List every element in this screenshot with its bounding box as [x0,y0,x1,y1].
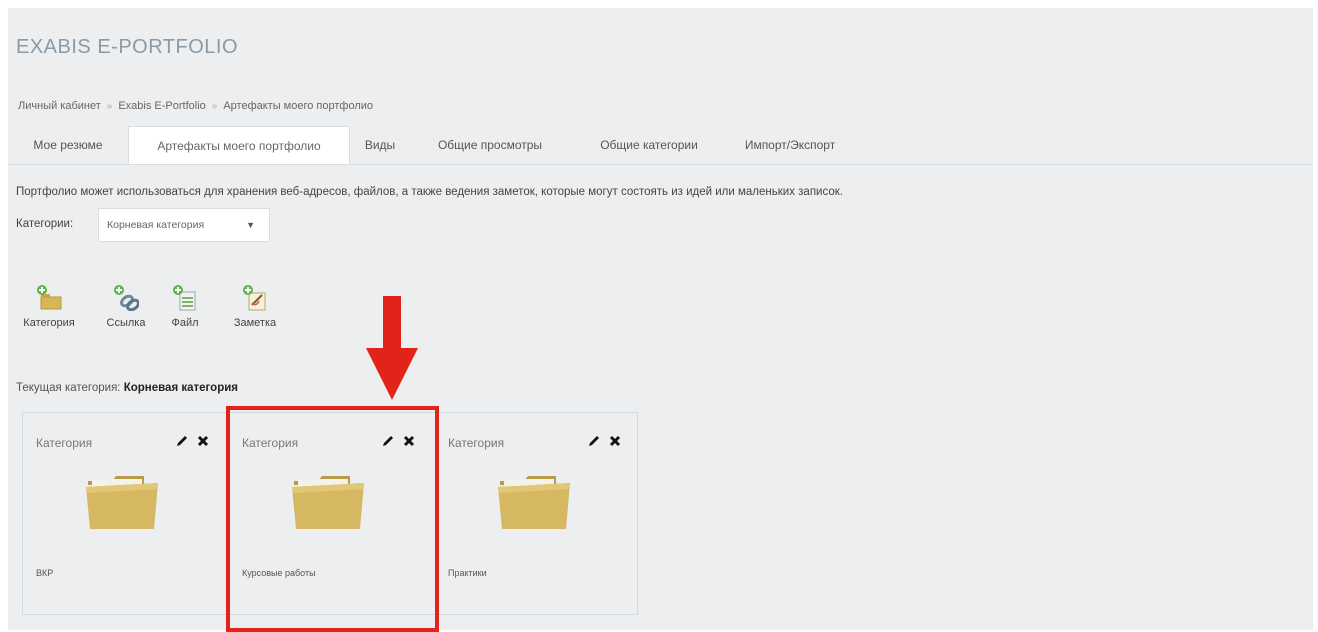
tab-import-export[interactable]: Импорт/Экспорт [730,126,850,164]
folder-icon [496,473,572,531]
tab-views[interactable]: Виды [354,126,406,164]
delete-icon[interactable] [608,434,622,448]
card-category-name: ВКР [36,568,54,578]
app-title: EXABIS E-PORTFOLIO [16,36,239,58]
add-file-label: Файл [171,317,199,329]
tab-resume[interactable]: Мое резюме [16,126,120,164]
breadcrumb-item-home[interactable]: Личный кабинет [18,100,101,112]
category-select[interactable]: Корневая категория ▼ [98,208,270,242]
add-link-icon [113,283,140,312]
add-note-button[interactable]: Заметка [222,283,288,329]
add-category-label: Категория [23,317,75,329]
tab-shared-views[interactable]: Общие просмотры [416,126,564,164]
breadcrumb-item-artefacts: Артефакты моего портфолио [223,100,374,112]
folder-icon [84,473,160,531]
current-category: Текущая категория: Корневая категория [16,382,238,394]
tab-artefacts[interactable]: Артефакты моего портфолио [128,126,350,164]
breadcrumb-item-portfolio[interactable]: Exabis E-Portfolio [118,100,205,112]
category-card[interactable]: Категория ВКР [24,418,220,606]
category-select-value: Корневая категория [107,219,205,231]
add-note-icon [242,283,268,311]
current-category-label: Текущая категория: [16,382,121,394]
add-file-button[interactable]: Файл [160,283,210,329]
add-note-label: Заметка [233,317,277,329]
edit-icon[interactable] [587,434,601,448]
card-type-label: Категория [36,436,93,450]
page-description: Портфолио может использоваться для хране… [16,186,843,198]
breadcrumb-separator: » [106,100,113,112]
tab-bar: Мое резюме Артефакты моего портфолио Вид… [8,126,1313,165]
breadcrumb: Личный кабинет » Exabis E-Portfolio » Ар… [18,100,373,112]
card-category-name: Практики [448,568,487,578]
category-filter-label: Категории: [16,218,74,230]
current-category-value: Корневая категория [123,382,238,394]
delete-icon[interactable] [196,434,210,448]
arrow-down-icon [366,296,418,402]
add-category-button[interactable]: Категория [12,283,86,329]
highlight-box [226,406,439,632]
add-category-icon [36,283,62,311]
page-background: EXABIS E-PORTFOLIO Личный кабинет » Exab… [8,8,1313,632]
chevron-down-icon: ▼ [246,220,255,230]
add-file-icon [172,283,198,311]
tab-shared-categories[interactable]: Общие категории [576,126,722,164]
add-link-button[interactable]: Ссылка [96,283,156,329]
edit-icon[interactable] [175,434,189,448]
add-link-label: Ссылка [106,317,146,329]
card-type-label: Категория [448,436,505,450]
breadcrumb-separator: » [211,100,218,112]
category-card[interactable]: Категория Практики [436,418,632,606]
